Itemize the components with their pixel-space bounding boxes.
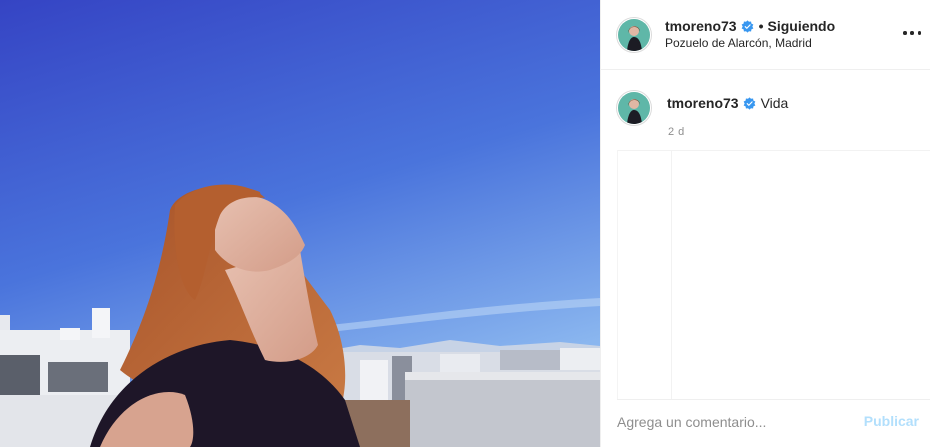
- more-dot: [903, 31, 907, 35]
- post-image: [0, 0, 600, 447]
- more-options-icon[interactable]: [903, 24, 921, 42]
- post-header: tmoreno73 • Siguiendo Pozuelo de Alarcón…: [601, 0, 930, 70]
- divider: [671, 150, 672, 400]
- separator-dot: •: [758, 18, 764, 34]
- author-username[interactable]: tmoreno73: [665, 18, 737, 34]
- caption-text: Vida: [760, 95, 789, 111]
- post-details-panel: tmoreno73 • Siguiendo Pozuelo de Alarcón…: [600, 0, 930, 447]
- verified-badge-icon: [741, 19, 753, 33]
- author-line: tmoreno73 • Siguiendo: [665, 18, 835, 34]
- comment-input[interactable]: [617, 412, 847, 432]
- comments-area: [617, 150, 930, 400]
- post-timestamp[interactable]: 2 d: [668, 126, 685, 138]
- more-dot: [910, 31, 914, 35]
- verified-badge-icon: [743, 96, 755, 110]
- post-location[interactable]: Pozuelo de Alarcón, Madrid: [665, 36, 812, 50]
- author-avatar[interactable]: [618, 19, 650, 51]
- following-button[interactable]: Siguiendo: [767, 18, 835, 34]
- more-dot: [917, 31, 921, 35]
- caption-avatar[interactable]: [618, 92, 650, 124]
- avatar-icon: [618, 92, 650, 124]
- divider: [617, 150, 618, 400]
- post-photo[interactable]: [0, 0, 600, 447]
- caption: tmoreno73 Vida: [667, 95, 788, 111]
- comment-bar: Publicar: [601, 400, 930, 447]
- caption-username[interactable]: tmoreno73: [667, 95, 739, 111]
- publish-button[interactable]: Publicar: [864, 413, 919, 429]
- avatar-icon: [618, 19, 650, 51]
